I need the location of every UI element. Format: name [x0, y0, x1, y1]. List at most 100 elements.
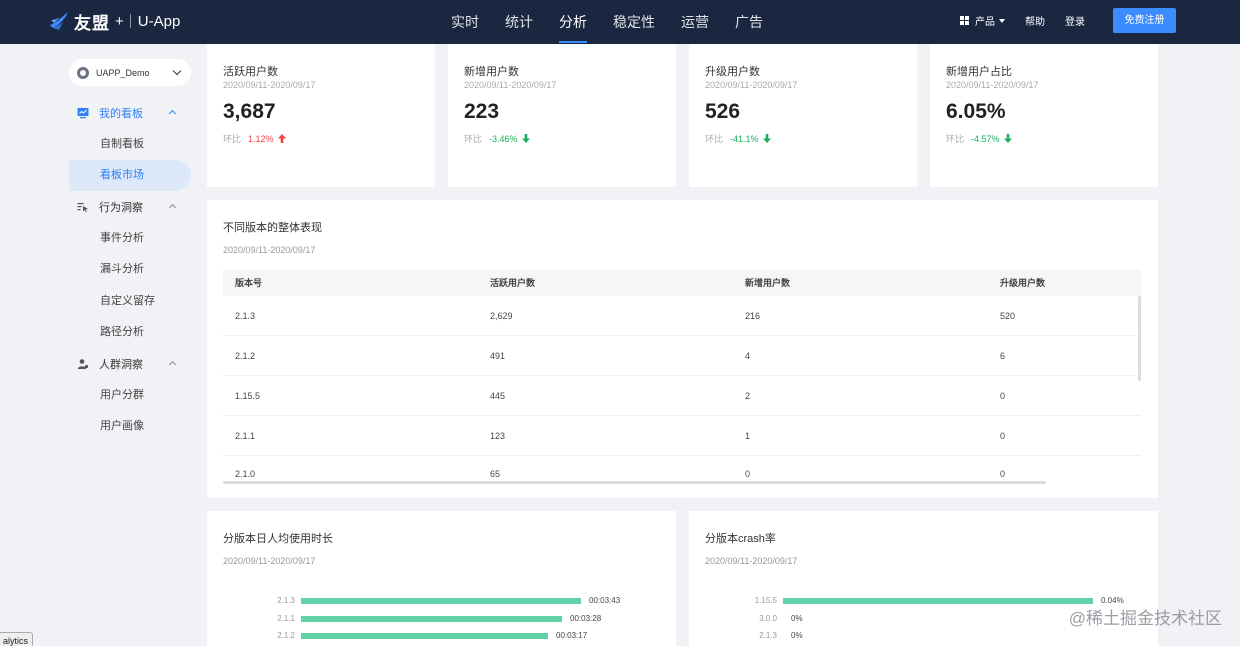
sidebar-item-custom-dashboard[interactable]: 自制看板	[69, 129, 191, 160]
table-cell: 4	[745, 351, 751, 361]
table-cell: 491	[490, 351, 506, 361]
table-horizontal-scrollbar[interactable]	[223, 481, 1046, 484]
app-selector[interactable]: UAPP_Demo	[69, 59, 191, 86]
brand-plus: +	[115, 12, 124, 30]
table-row: 1.15.5 445 2 0	[223, 376, 1141, 416]
table-vertical-scrollbar[interactable]	[1138, 296, 1141, 381]
table-cell: 123	[490, 431, 506, 441]
arrow-down-icon	[521, 134, 530, 143]
bar[interactable]	[301, 598, 581, 604]
arrow-down-icon	[762, 134, 771, 143]
bar-value-label: 00:03:17	[556, 631, 588, 640]
table-cell: 6	[1000, 351, 1006, 361]
bird-logo-icon	[50, 12, 68, 30]
tooltip: alytics	[0, 632, 34, 646]
main-nav: 实时 统计 分析 稳定性 运营 广告	[438, 0, 776, 44]
signup-button[interactable]: 免费注册	[1113, 8, 1176, 33]
chevron-up-icon	[168, 360, 177, 369]
nav-tab-analysis[interactable]: 分析	[546, 0, 600, 44]
kpi-title: 升级用户数	[705, 66, 760, 78]
table-cell: 2	[745, 391, 751, 401]
bar[interactable]	[301, 615, 562, 622]
sidebar-group-my-dashboards[interactable]: 我的看板	[77, 104, 177, 122]
section-date-range: 2020/09/11-2020/09/17	[223, 556, 316, 566]
bar-category-label: 1.15.5	[754, 596, 777, 605]
column-header-new-users: 新增用户数	[745, 278, 791, 288]
kpi-title: 新增用户数	[464, 66, 519, 78]
kpi-value: 526	[705, 100, 741, 123]
sidebar-group-behavior-insights[interactable]: 行为洞察	[77, 198, 177, 216]
nav-tab-stability[interactable]: 稳定性	[600, 0, 668, 44]
table-row: 2.1.2 491 4 6	[223, 336, 1141, 376]
section-title: 分版本日人均使用时长	[223, 533, 333, 545]
bar-value-label: 00:03:43	[589, 596, 621, 605]
table-row: 2.1.0 65 0 0	[223, 456, 1141, 484]
caret-down-icon	[999, 18, 1005, 23]
grid-icon	[960, 16, 969, 25]
kpi-comparison: 环比 -3.46%	[464, 132, 530, 145]
section-date-range: 2020/09/11-2020/09/17	[223, 245, 316, 255]
umeng-logo[interactable]: 友盟 + U-App	[48, 8, 180, 34]
table-cell: 2.1.0	[235, 469, 256, 479]
table-cell: 65	[490, 469, 501, 479]
sidebar-item-event-analysis[interactable]: 事件分析	[69, 223, 191, 254]
bar-value-label: 0%	[791, 631, 803, 640]
products-label: 产品	[975, 17, 995, 28]
top-right-actions: 产品 帮助 登录 免费注册	[960, 8, 1176, 33]
kpi-date-range: 2020/09/11-2020/09/17	[464, 80, 557, 90]
products-menu[interactable]: 产品	[960, 13, 1005, 28]
nav-tab-realtime[interactable]: 实时	[438, 0, 492, 44]
sidebar-item-custom-retention[interactable]: 自定义留存	[69, 286, 191, 317]
table-cell: 1	[745, 431, 751, 441]
kpi-change-pct: 1.12%	[248, 133, 274, 144]
app-icon	[77, 66, 89, 79]
kpi-date-range: 2020/09/11-2020/09/17	[946, 80, 1039, 90]
section-title: 不同版本的整体表现	[223, 222, 322, 234]
section-title: 分版本crash率	[705, 533, 776, 545]
kpi-date-range: 2020/09/11-2020/09/17	[705, 80, 798, 90]
table-cell: 2.1.1	[235, 431, 256, 441]
bar-category-label: 2.1.3	[759, 631, 777, 640]
logo-divider	[129, 14, 131, 28]
bar-value-label: 00:03:28	[570, 613, 602, 623]
table-cell: 520	[1000, 311, 1016, 321]
nav-tab-statistics[interactable]: 统计	[492, 0, 546, 44]
table-cell: 0	[745, 469, 751, 479]
kpi-comparison-label: 环比	[705, 134, 724, 144]
table-cell: 0	[1000, 431, 1006, 441]
sidebar-item-path-analysis[interactable]: 路径分析	[69, 317, 191, 348]
kpi-change-pct: -3.46%	[489, 133, 518, 144]
versions-table-card: 不同版本的整体表现 2020/09/11-2020/09/17 版本号 活跃用户…	[207, 200, 1158, 498]
kpi-date-range: 2020/09/11-2020/09/17	[223, 80, 316, 90]
kpi-comparison: 环比 1.12%	[223, 132, 286, 145]
bar-category-label: 2.1.1	[277, 613, 295, 623]
help-link[interactable]: 帮助	[1025, 13, 1045, 28]
sidebar-group-audience-insights[interactable]: 人群洞察	[77, 355, 177, 373]
sidebar-group-label: 人群洞察	[99, 359, 143, 371]
table-cell: 2,629	[490, 311, 513, 321]
kpi-comparison: 环比 -4.57%	[946, 132, 1012, 145]
brand-name: 友盟	[74, 13, 110, 33]
bar[interactable]	[783, 598, 1093, 604]
nav-tab-operations[interactable]: 运营	[668, 0, 722, 44]
table-cell: 2.1.3	[235, 311, 256, 321]
dashboard-icon	[77, 108, 89, 119]
sidebar-item-user-profile[interactable]: 用户画像	[69, 411, 191, 442]
bar[interactable]	[301, 633, 548, 639]
audience-icon	[77, 359, 89, 369]
table-cell: 445	[490, 391, 506, 401]
chevron-down-icon	[172, 66, 182, 76]
login-link[interactable]: 登录	[1065, 13, 1085, 28]
nav-tab-ads[interactable]: 广告	[722, 0, 776, 44]
bar-category-label: 2.1.3	[277, 596, 295, 605]
sidebar-item-funnel-analysis[interactable]: 漏斗分析	[69, 254, 191, 285]
sidebar-item-user-segments[interactable]: 用户分群	[69, 380, 191, 411]
column-header-active-users: 活跃用户数	[490, 278, 536, 288]
kpi-value: 6.05%	[946, 100, 1006, 123]
kpi-change-pct: -41.1%	[730, 133, 759, 144]
kpi-value: 3,687	[223, 100, 276, 123]
kpi-card-upgraded-users: 升级用户数 2020/09/11-2020/09/17 526 环比 -41.1…	[689, 44, 917, 187]
kpi-comparison-label: 环比	[464, 134, 483, 144]
sidebar-item-dashboard-market[interactable]: 看板市场	[69, 160, 191, 191]
table-header: 版本号 活跃用户数 新增用户数 升级用户数	[223, 270, 1141, 296]
